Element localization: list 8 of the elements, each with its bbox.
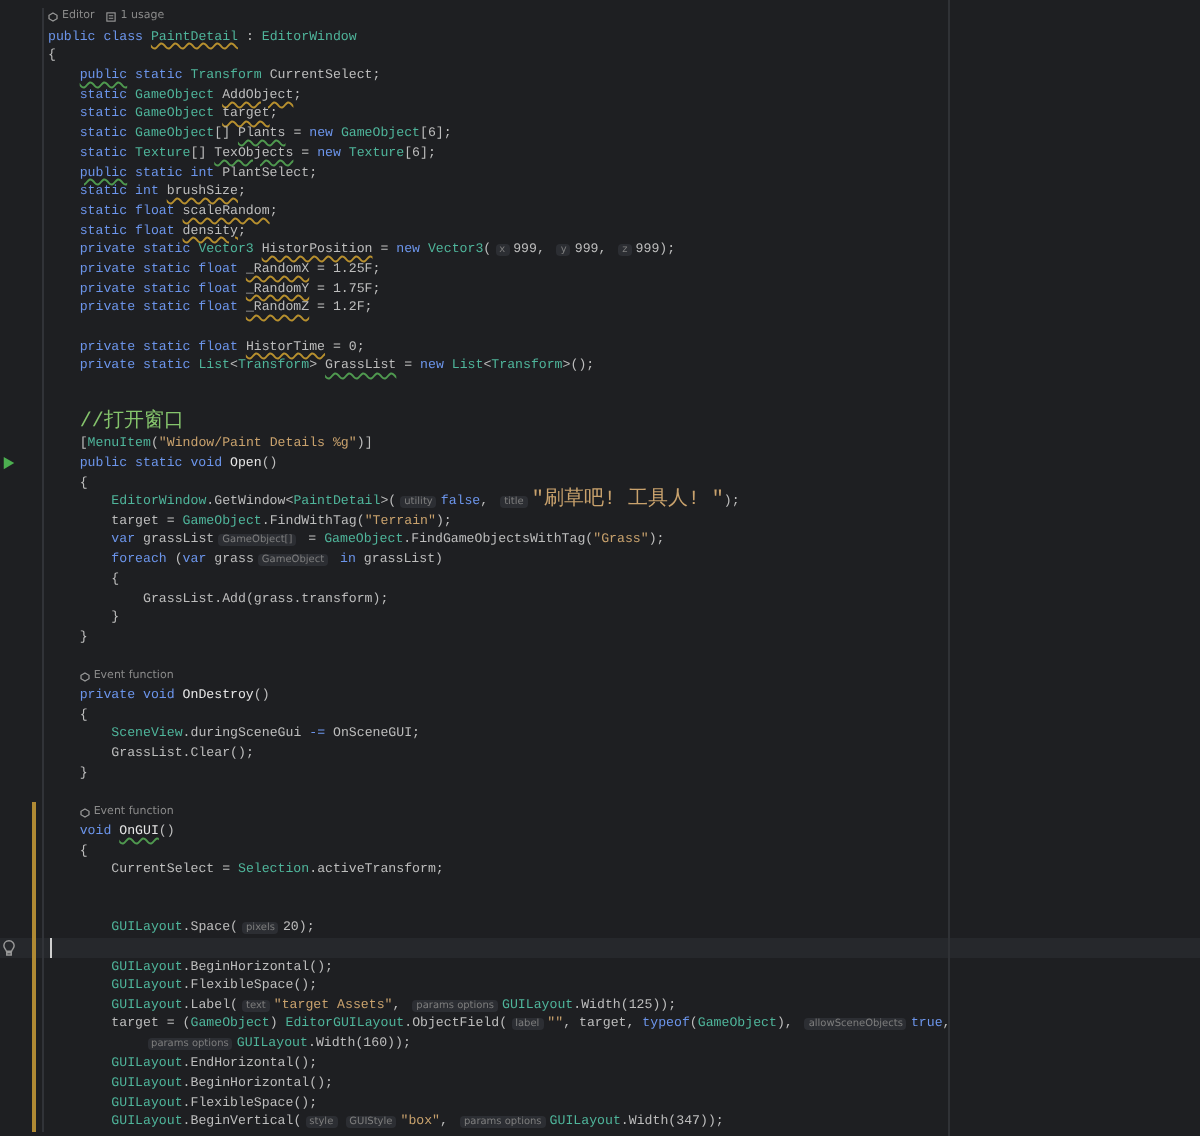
hexagon-icon [79, 671, 90, 682]
hexagon-icon [48, 12, 58, 23]
lightbulb-icon[interactable] [2, 939, 16, 956]
run-icon[interactable] [2, 456, 16, 471]
list-icon [106, 12, 117, 23]
code-line: //打开窗口 [79, 414, 184, 435]
hexagon-icon [79, 807, 90, 818]
text-cursor [50, 938, 52, 958]
